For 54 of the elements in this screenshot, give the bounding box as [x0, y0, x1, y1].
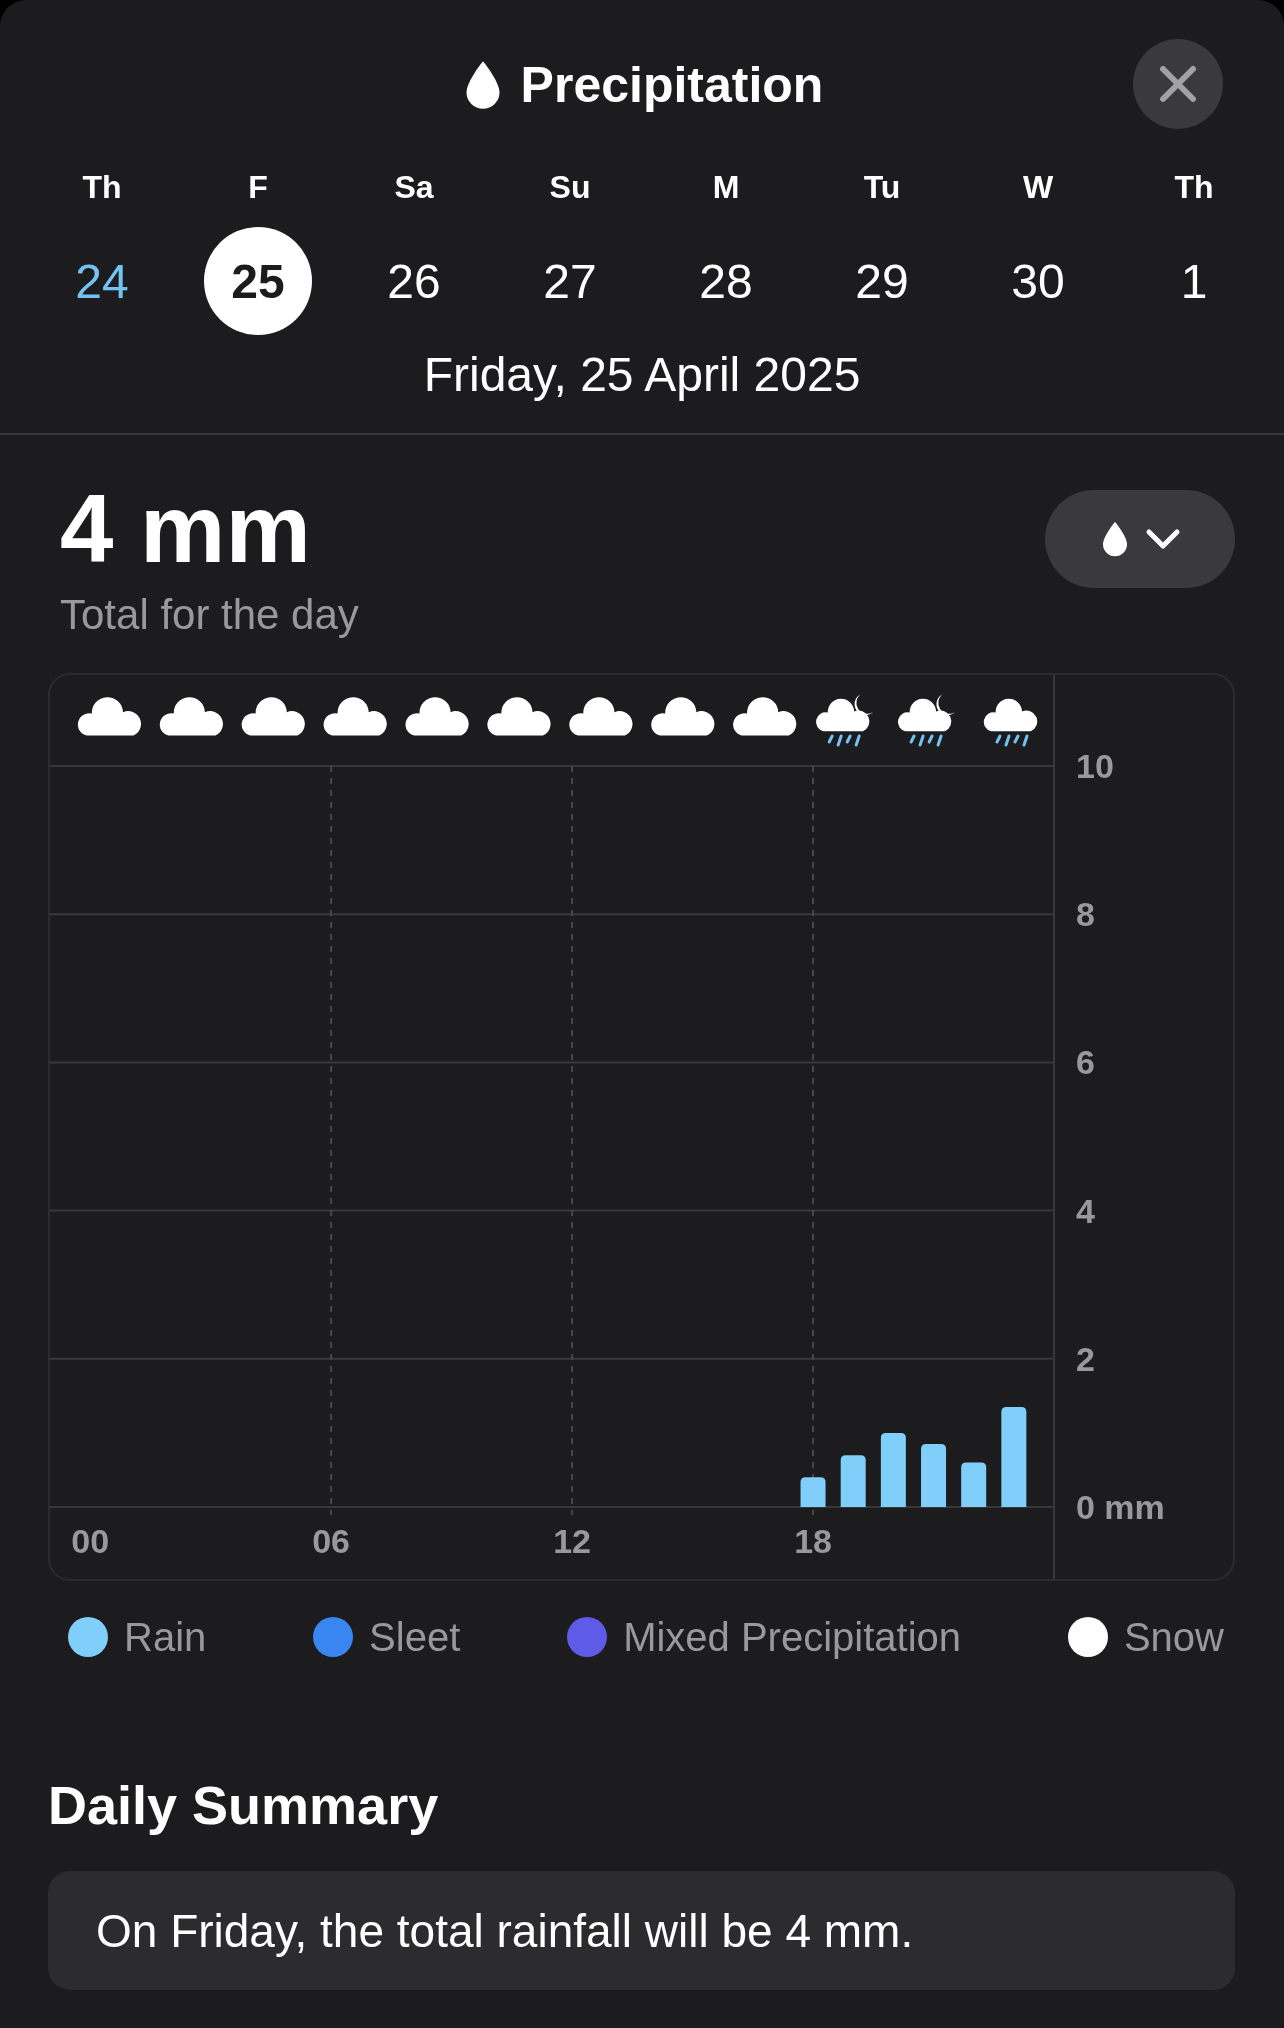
- rain-cloud-moon-icon: [816, 694, 874, 747]
- summary-text: On Friday, the total rainfall will be 4 mm.: [96, 1903, 914, 1958]
- weekday-label: Th: [1173, 168, 1215, 207]
- axis-label: 8: [1076, 895, 1095, 934]
- day-button[interactable]: 27: [516, 227, 624, 335]
- sheet-title: Precipitation: [520, 56, 824, 114]
- close-icon: [1159, 65, 1197, 103]
- weekday-label: F: [247, 168, 269, 207]
- axis-label: 06: [312, 1522, 351, 1560]
- axis-label: 12: [553, 1522, 591, 1560]
- weekday-label: W: [1021, 168, 1055, 207]
- bar: [800, 1477, 826, 1507]
- weekday-label: Tu: [862, 168, 902, 207]
- legend-label: Snow: [1123, 1614, 1224, 1660]
- day-button[interactable]: 28: [672, 227, 780, 335]
- weekday-label: Sa: [393, 168, 435, 207]
- weekday-label: Th: [81, 168, 123, 207]
- axis-label: 0 mm: [1076, 1488, 1165, 1526]
- cloud-icon: [487, 697, 551, 736]
- cloud-icon: [569, 697, 633, 736]
- legend-label: Rain: [124, 1614, 207, 1660]
- weekday-label: M: [711, 168, 741, 207]
- rain-cloud-icon: [983, 698, 1038, 747]
- axis-label: 2: [1076, 1339, 1095, 1378]
- chevron-down-icon: [1145, 528, 1181, 550]
- cloud-icon: [159, 697, 223, 736]
- cloud-icon: [241, 697, 305, 736]
- rain-cloud-moon-icon: [897, 694, 956, 747]
- bar: [921, 1444, 946, 1507]
- section-heading: Daily Summary: [48, 1774, 440, 1837]
- axis-label: 4: [1076, 1191, 1095, 1230]
- day-button[interactable]: 30: [984, 227, 1092, 335]
- day-button[interactable]: 25: [204, 227, 312, 335]
- axis-label: 10: [1076, 747, 1114, 785]
- day-button[interactable]: 26: [360, 227, 468, 335]
- legend-label: Sleet: [369, 1614, 461, 1660]
- day-button[interactable]: 29: [828, 227, 936, 335]
- selected-date: Friday, 25 April 2025: [422, 347, 862, 403]
- cloud-icon: [77, 697, 141, 736]
- cloud-icon: [405, 697, 469, 736]
- total-caption: Total for the day: [60, 590, 360, 640]
- axis-label: 00: [71, 1522, 110, 1560]
- cloud-icon: [323, 697, 387, 736]
- bar: [961, 1462, 987, 1507]
- bar: [840, 1455, 866, 1507]
- axis-label: 18: [794, 1522, 832, 1560]
- axis-label: 6: [1076, 1043, 1095, 1082]
- weekday-label: Su: [548, 168, 592, 207]
- total-amount: 4 mm: [60, 479, 311, 579]
- day-button[interactable]: 24: [48, 227, 156, 335]
- cloud-icon: [733, 697, 797, 736]
- cloud-icon: [651, 697, 715, 736]
- legend-label: Mixed Precipitation: [623, 1614, 962, 1660]
- day-button[interactable]: 1: [1140, 227, 1248, 335]
